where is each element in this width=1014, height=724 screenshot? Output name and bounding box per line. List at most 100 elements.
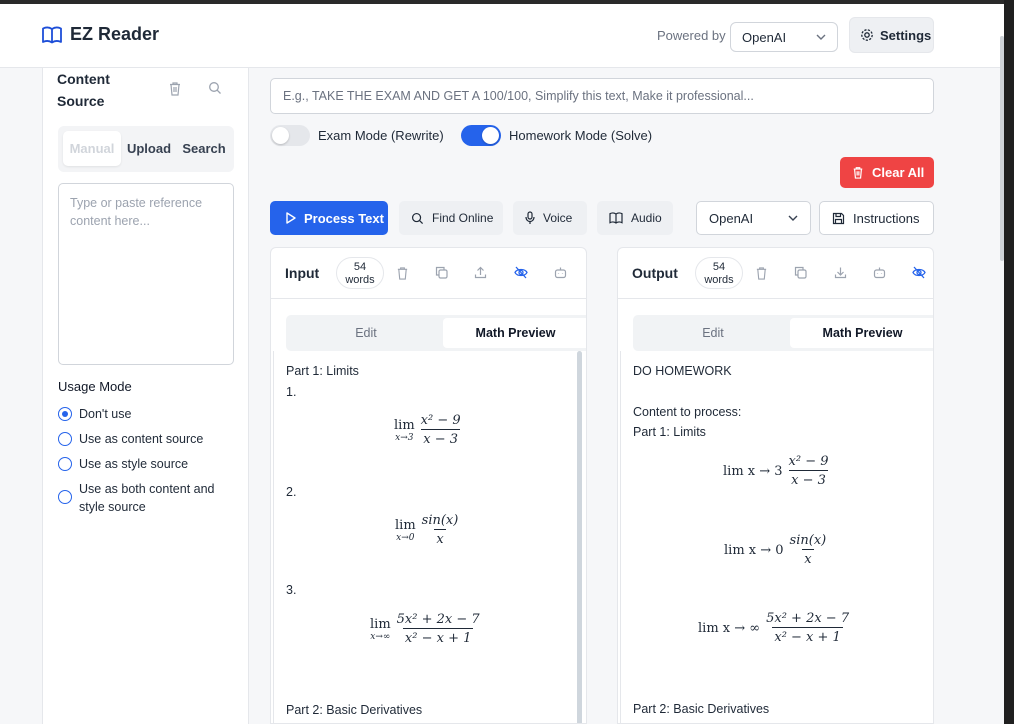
app-title: EZ Reader [70,24,160,44]
radio-button[interactable] [58,407,72,421]
tab-search[interactable]: Search [177,131,231,166]
chevron-down-icon [816,34,826,40]
numerator: 5x² + 2x − 7 [396,612,480,627]
copy-icon[interactable] [794,266,807,279]
word-count-value: 54 [712,261,726,273]
usage-option-both[interactable]: Use as both content and style source [58,480,228,516]
input-panel-title: Input [285,265,320,281]
eye-off-icon[interactable] [912,266,926,279]
limit-subscript: x→∞ [370,631,391,642]
eye-off-icon[interactable] [514,266,528,279]
search-icon[interactable] [208,81,222,95]
trash-icon[interactable] [396,266,409,280]
upload-icon[interactable] [474,266,487,279]
preview-line: Content to process: [633,405,742,419]
tab-edit[interactable]: Edit [636,318,790,348]
denominator: x² − x + 1 [402,628,474,646]
powered-by-label: Powered by [657,28,726,43]
radio-button[interactable] [58,432,72,446]
fraction: sin(x) x [420,513,461,547]
find-online-button[interactable]: Find Online [399,201,503,235]
usage-option-dont-use[interactable]: Don't use [58,405,131,423]
find-online-label: Find Online [432,211,494,225]
output-view-tabs: Edit Math Preview [633,315,933,351]
word-count-badge: 54 words [336,257,384,289]
clear-all-button[interactable]: Clear All [840,157,934,188]
limit-operator: lim x→3 [394,417,415,443]
tab-manual[interactable]: Manual [63,131,121,166]
book-open-icon [609,212,623,224]
word-count-badge: 54 words [695,257,743,289]
math-expression: lim x→∞ 5x² + 2x − 7 x² − x + 1 [370,612,482,646]
denominator: x [802,549,814,567]
radio-button[interactable] [58,490,72,504]
copy-icon[interactable] [435,266,448,279]
output-math-preview: DO HOMEWORK Content to process: Part 1: … [620,351,931,723]
instructions-button[interactable]: Instructions [819,201,934,235]
instruction-input[interactable]: E.g., TAKE THE EXAM AND GET A 100/100, S… [270,78,934,114]
bot-icon[interactable] [873,266,886,279]
usage-option-label: Don't use [79,407,132,421]
tab-upload[interactable]: Upload [123,131,175,166]
settings-button[interactable]: Settings [849,17,934,53]
chevron-down-icon [788,215,798,221]
radio-button[interactable] [58,457,72,471]
page-scrollbar[interactable] [1000,36,1004,261]
reference-content-textarea[interactable]: Type or paste reference content here... [58,183,234,365]
math-expression: lim x→3 x² − 9x − 3 [394,413,463,447]
homework-mode-label: Homework Mode (Solve) [509,128,653,143]
microphone-icon [525,211,535,225]
limit-prefix: lim x → 0 [724,542,784,558]
audio-button[interactable]: Audio [597,201,673,235]
usage-option-label: Use as content source [79,432,204,446]
fraction: 5x² + 2x − 7 x² − x + 1 [764,611,851,645]
exam-mode-toggle[interactable] [270,125,310,146]
numerator: x² − 9 [420,413,461,428]
tab-edit[interactable]: Edit [289,318,443,348]
trash-icon[interactable] [168,81,182,96]
word-count-unit: words [345,274,375,286]
model-select-value: OpenAI [709,210,754,226]
provider-select[interactable]: OpenAI [730,22,838,52]
download-icon[interactable] [834,266,847,279]
limit-subscript: x→0 [396,532,415,543]
outer-window-edge [1006,0,1014,724]
limit-operator: lim x→0 [395,517,416,543]
app-logo[interactable]: EZ Reader [42,24,159,45]
preview-line: 3. [286,583,297,597]
usage-option-label: Use as both content and style source [79,482,215,514]
input-scrollbar[interactable] [577,351,582,723]
input-panel: Input 54 words Edit Math Preview Part 1:… [270,247,587,724]
content-source-sidebar: Content Source Manual Upload Search Type… [42,68,249,724]
homework-mode-toggle[interactable] [461,125,501,146]
model-select[interactable]: OpenAI [696,201,811,235]
word-count-unit: words [704,274,734,286]
output-panel-header: Output 54 words [618,248,933,299]
numerator: 5x² + 2x − 7 [766,611,850,626]
homework-mode-toggle-row[interactable]: Homework Mode (Solve) [461,125,652,146]
exam-mode-toggle-row[interactable]: Exam Mode (Rewrite) [270,125,444,146]
math-expression: lim x → ∞ 5x² + 2x − 7 x² − x + 1 [698,611,851,645]
usage-option-content-source[interactable]: Use as content source [58,430,203,448]
book-icon [42,26,62,44]
tab-math-preview[interactable]: Math Preview [790,318,933,348]
bot-icon[interactable] [554,266,567,279]
denominator: x [434,529,446,547]
fraction: sin(x) x [788,533,829,567]
audio-label: Audio [631,211,662,225]
content-source-tabs: Manual Upload Search [58,126,234,172]
math-expression: lim x → 0 sin(x) x [724,533,828,567]
process-text-button[interactable]: Process Text [270,201,388,235]
limit-subscript: x→3 [395,432,414,443]
preview-line: DO HOMEWORK [633,364,732,378]
voice-button[interactable]: Voice [513,201,587,235]
denominator: x² − x + 1 [772,627,843,645]
settings-label: Settings [880,27,932,43]
preview-line: 2. [286,485,297,499]
content-source-title: Content Source [57,71,110,109]
preview-line: Part 2: Basic Derivatives [286,703,423,717]
numerator: sin(x) [421,513,459,528]
usage-option-style-source[interactable]: Use as style source [58,455,188,473]
trash-icon[interactable] [755,266,768,280]
tab-math-preview[interactable]: Math Preview [443,318,586,348]
